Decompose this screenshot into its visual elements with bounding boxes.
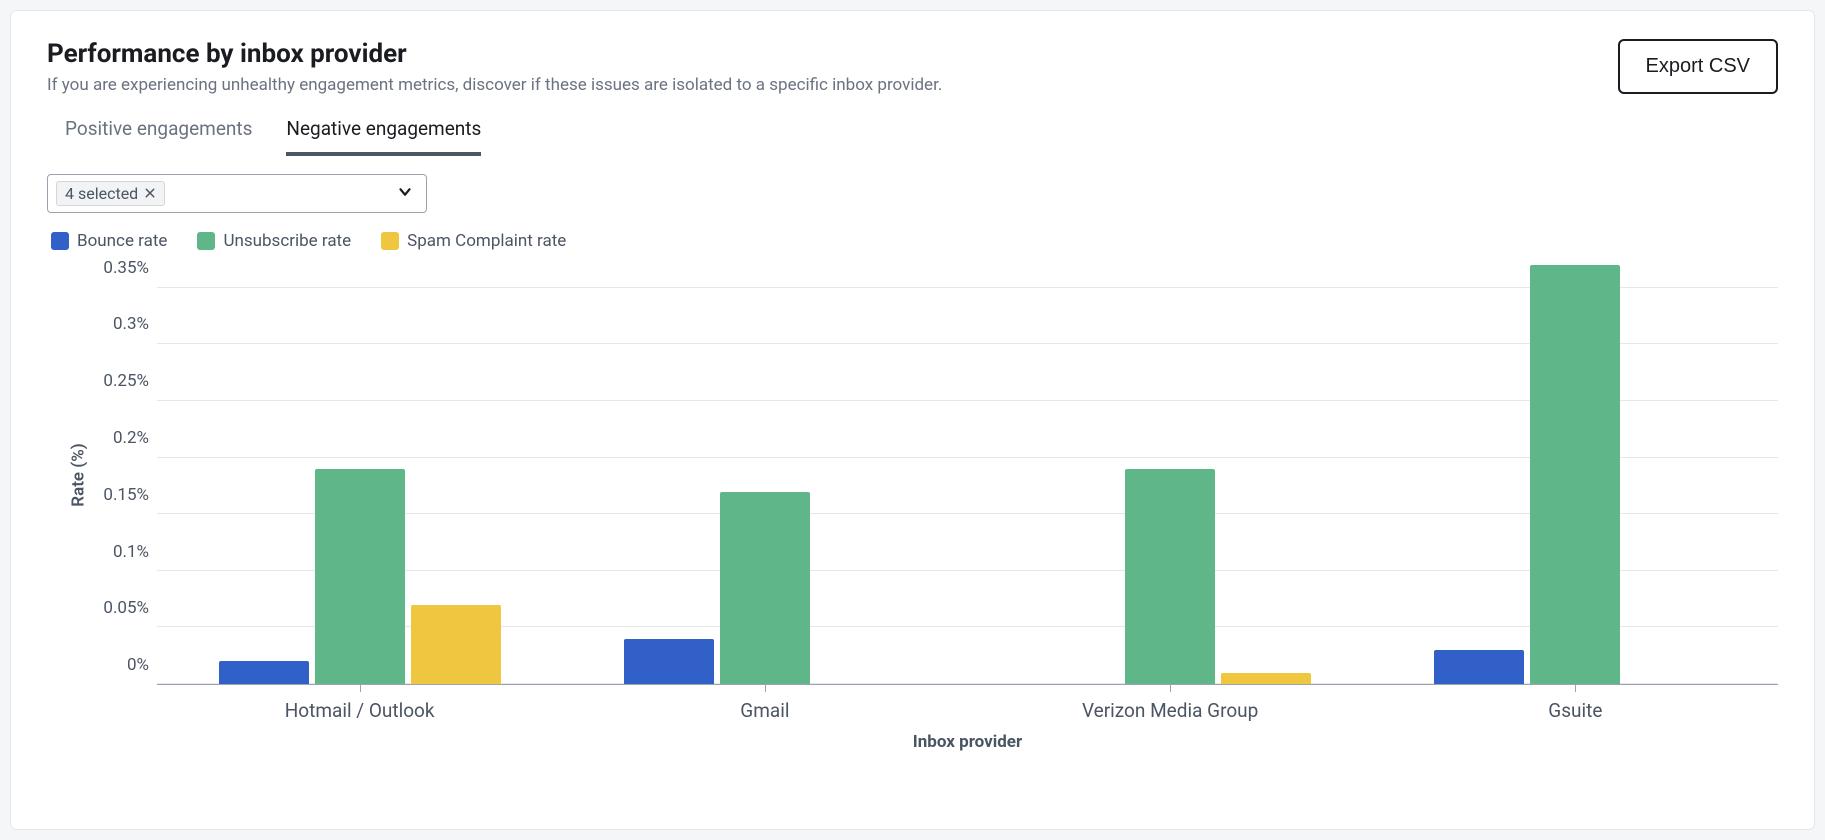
panel-header: Performance by inbox provider If you are… [47, 39, 1778, 95]
tabs: Positive engagements Negative engagement… [65, 117, 1778, 156]
y-axis-ticks: 0%0.05%0.1%0.15%0.2%0.25%0.3%0.35% [75, 265, 157, 685]
bar [1530, 265, 1620, 684]
filter-row: 4 selected [47, 174, 1778, 213]
swatch-unsubscribe [197, 232, 215, 250]
y-axis-label-col: Rate (%) [47, 265, 75, 685]
x-tick: Hotmail / Outlook [157, 699, 562, 722]
legend-item-unsubscribe[interactable]: Unsubscribe rate [197, 231, 351, 251]
y-tick: 0.2% [113, 428, 149, 448]
bar [1221, 673, 1311, 684]
chart: Rate (%) 0%0.05%0.1%0.15%0.2%0.25%0.3%0.… [47, 265, 1778, 685]
x-tick: Gmail [562, 699, 967, 722]
panel-title: Performance by inbox provider [47, 39, 942, 69]
y-tick: 0.3% [113, 314, 149, 334]
swatch-bounce [51, 232, 69, 250]
close-icon[interactable] [144, 184, 156, 203]
y-tick: 0.25% [103, 371, 149, 391]
bar-group [562, 265, 967, 684]
performance-panel: Performance by inbox provider If you are… [10, 10, 1815, 830]
chevron-down-icon [396, 183, 414, 205]
legend-item-spam[interactable]: Spam Complaint rate [381, 231, 566, 251]
export-csv-button[interactable]: Export CSV [1618, 39, 1778, 94]
y-tick: 0.15% [103, 485, 149, 505]
tab-negative-engagements[interactable]: Negative engagements [286, 117, 481, 156]
y-tick: 0.1% [113, 542, 149, 562]
legend-label: Unsubscribe rate [223, 231, 351, 251]
y-tick: 0% [127, 655, 149, 675]
bar [219, 661, 309, 684]
bar-group [1373, 265, 1778, 684]
panel-subtitle: If you are experiencing unhealthy engage… [47, 75, 942, 95]
swatch-spam [381, 232, 399, 250]
x-tick: Verizon Media Group [968, 699, 1373, 722]
bar [411, 605, 501, 684]
tab-positive-engagements[interactable]: Positive engagements [65, 117, 252, 156]
y-tick: 0.35% [103, 258, 149, 278]
legend-item-bounce[interactable]: Bounce rate [51, 231, 167, 251]
x-axis-label: Inbox provider [157, 732, 1778, 752]
bar [1434, 650, 1524, 684]
filter-chip-label: 4 selected [65, 184, 138, 203]
legend-label: Bounce rate [77, 231, 167, 251]
x-tick: Gsuite [1373, 699, 1778, 722]
y-tick: 0.05% [103, 598, 149, 618]
bar-group [968, 265, 1373, 684]
plot-area [157, 265, 1778, 685]
bar-groups [157, 265, 1778, 684]
bar [1125, 469, 1215, 684]
x-axis-ticks: Hotmail / OutlookGmailVerizon Media Grou… [157, 699, 1778, 722]
filter-chip[interactable]: 4 selected [56, 181, 165, 206]
legend-label: Spam Complaint rate [407, 231, 566, 251]
provider-filter-select[interactable]: 4 selected [47, 174, 427, 213]
bar [315, 469, 405, 684]
bar [624, 639, 714, 684]
bar [720, 492, 810, 685]
chart-legend: Bounce rate Unsubscribe rate Spam Compla… [51, 231, 1778, 251]
bar-group [157, 265, 562, 684]
